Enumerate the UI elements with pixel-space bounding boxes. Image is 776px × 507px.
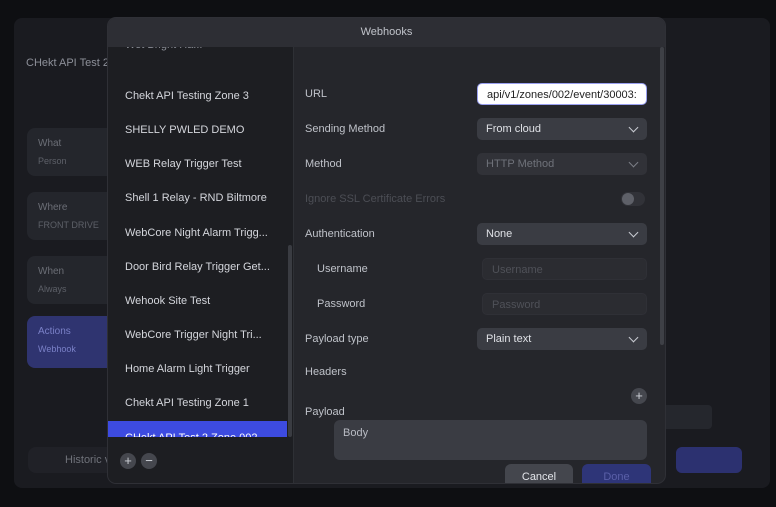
payload-type-label: Payload type	[305, 333, 369, 345]
webhook-item[interactable]: Door Bird Relay Trigger Get...	[108, 250, 287, 284]
toggle-knob	[622, 193, 634, 205]
authentication-select[interactable]: None	[477, 223, 647, 245]
password-input[interactable]: Password	[482, 293, 647, 315]
actions-card-value: Webhook	[38, 344, 76, 354]
background-save-button	[676, 447, 742, 473]
headers-label: Headers	[305, 366, 347, 378]
where-card-label: Where	[38, 202, 68, 213]
url-input[interactable]: :30003/api/v1/zones/002/event	[477, 83, 647, 105]
chevron-down-icon	[628, 227, 639, 238]
add-webhook-button[interactable]: +	[120, 453, 136, 469]
webhook-item[interactable]: Home Alarm Light Trigger	[108, 352, 287, 386]
webhook-list: Wet Bright Ha... Chekt API Testing Zone …	[108, 47, 293, 437]
method-select[interactable]: HTTP Method	[477, 153, 647, 175]
what-card-value: Person	[38, 156, 67, 166]
cancel-button[interactable]: Cancel	[505, 464, 573, 483]
webhook-item[interactable]: Chekt API Testing Zone 3	[108, 79, 287, 113]
where-card-value: FRONT DRIVE	[38, 220, 99, 230]
payload-type-value: Plain text	[486, 333, 532, 345]
sending-method-value: From cloud	[486, 123, 542, 135]
payload-label: Payload	[305, 406, 345, 418]
add-header-button[interactable]: +	[631, 388, 647, 404]
form-scrollbar[interactable]	[660, 47, 664, 345]
webhook-item-selected[interactable]: CHekt API Test 2 Zone 002	[108, 421, 287, 437]
chevron-down-icon	[628, 122, 639, 133]
url-label: URL	[305, 88, 328, 100]
webhook-sidebar: Wet Bright Ha... Chekt API Testing Zone …	[108, 47, 294, 483]
webhook-item[interactable]: WebCore Night Alarm Trigg...	[108, 216, 287, 250]
username-label: Username	[317, 263, 368, 275]
ignore-ssl-label: Ignore SSL Certificate Errors	[305, 193, 446, 205]
background-dropdown	[662, 405, 712, 429]
webhook-form: URL :30003/api/v1/zones/002/event Sendin…	[294, 47, 665, 483]
remove-webhook-button[interactable]: −	[141, 453, 157, 469]
method-label: Method	[305, 158, 342, 170]
chevron-down-icon	[628, 157, 639, 168]
chevron-down-icon	[628, 332, 639, 343]
when-card-label: When	[38, 266, 65, 277]
webhook-item[interactable]: Chekt API Testing Zone 1	[108, 386, 287, 420]
webhook-item[interactable]: Shell 1 Relay - RND Biltmore	[108, 181, 287, 215]
done-button[interactable]: Done	[582, 464, 651, 483]
webhook-item[interactable]: WebCore Trigger Night Tri...	[108, 318, 287, 352]
webhooks-modal: Webhooks Wet Bright Ha... Chekt API Test…	[108, 18, 665, 483]
when-card-value: Always	[38, 284, 67, 294]
authentication-label: Authentication	[305, 228, 375, 240]
sending-method-select[interactable]: From cloud	[477, 118, 647, 140]
background-title: CHekt API Test 2	[26, 57, 109, 69]
payload-body-textarea[interactable]: Body	[334, 420, 647, 460]
sending-method-label: Sending Method	[305, 123, 386, 135]
ignore-ssl-toggle[interactable]	[621, 192, 645, 206]
webhook-item[interactable]: Wet Bright Ha...	[108, 47, 287, 62]
webhook-item[interactable]: Wehook Site Test	[108, 284, 287, 318]
username-input[interactable]: Username	[482, 258, 647, 280]
password-label: Password	[317, 298, 366, 310]
method-value: HTTP Method	[486, 158, 555, 170]
historic-button-label: Historic v	[65, 454, 111, 466]
webhook-item[interactable]: SHELLY PWLED DEMO	[108, 113, 287, 147]
sidebar-scrollbar[interactable]	[288, 245, 292, 437]
modal-title: Webhooks	[108, 18, 665, 47]
actions-card-label: Actions	[38, 326, 71, 337]
webhook-item[interactable]: WEB Relay Trigger Test	[108, 147, 287, 181]
what-card-label: What	[38, 138, 62, 149]
authentication-value: None	[486, 228, 513, 240]
payload-type-select[interactable]: Plain text	[477, 328, 647, 350]
